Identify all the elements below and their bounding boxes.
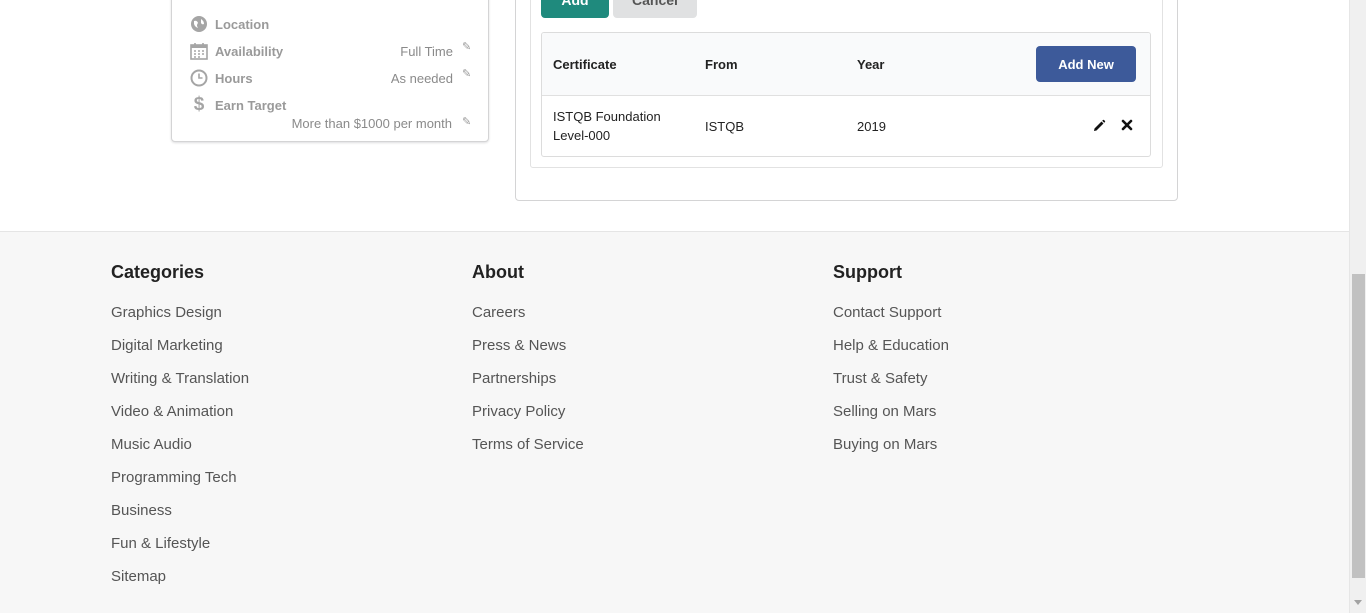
hours-row: Hours As needed	[189, 67, 453, 89]
dollar-icon: $	[193, 94, 205, 115]
calendar-icon	[189, 41, 209, 61]
footer-link[interactable]: Careers	[472, 304, 584, 337]
cell-year: 2019	[857, 119, 886, 134]
location-label: Location	[215, 16, 270, 32]
footer-link[interactable]: Fun & Lifestyle	[111, 535, 249, 568]
vertical-scrollbar[interactable]	[1349, 0, 1366, 613]
location-row: Location	[189, 13, 453, 35]
hours-label: Hours	[215, 70, 253, 86]
footer: Categories Graphics Design Digital Marke…	[0, 231, 1349, 613]
earn-target-label: Earn Target	[215, 97, 287, 113]
availability-value: Full Time	[400, 43, 453, 59]
profile-details-card: Location Availability Full Time ✎ Hours …	[171, 0, 489, 142]
header-year: Year	[857, 57, 885, 72]
footer-link[interactable]: Graphics Design	[111, 304, 249, 337]
availability-label: Availability	[215, 43, 284, 59]
footer-link[interactable]: Business	[111, 502, 249, 535]
scrollbar-thumb[interactable]	[1352, 274, 1365, 578]
earn-target-value: More than $1000 per month	[291, 116, 452, 131]
cell-certificate-line1: ISTQB Foundation	[553, 109, 661, 124]
footer-support-title: Support	[833, 262, 902, 282]
add-certification-button[interactable]: Add	[541, 0, 609, 18]
footer-about-title: About	[472, 262, 524, 282]
table-header: Certificate From Year Add New	[542, 33, 1150, 96]
globe-icon	[189, 14, 209, 34]
footer-link[interactable]: Music Audio	[111, 436, 249, 469]
clock-icon	[189, 68, 209, 88]
footer-link[interactable]: Help & Education	[833, 337, 949, 370]
header-from: From	[705, 57, 738, 72]
hours-value: As needed	[390, 70, 453, 86]
footer-link[interactable]: Programming Tech	[111, 469, 249, 502]
footer-link[interactable]: Buying on Mars	[833, 436, 949, 469]
footer-link[interactable]: Terms of Service	[472, 436, 584, 469]
cell-from: ISTQB	[705, 119, 745, 134]
footer-link[interactable]: Digital Marketing	[111, 337, 249, 370]
delete-x-icon[interactable]	[1120, 119, 1134, 133]
footer-link[interactable]: Video & Animation	[111, 403, 249, 436]
edit-pencil-icon[interactable]	[1092, 119, 1106, 133]
cancel-button[interactable]: Cancel	[613, 0, 697, 18]
footer-link[interactable]: Press & News	[472, 337, 584, 370]
footer-link[interactable]: Contact Support	[833, 304, 949, 337]
edit-earn-target-pencil-icon[interactable]: ✎	[462, 115, 474, 128]
edit-hours-pencil-icon[interactable]: ✎	[462, 67, 474, 80]
page: Location Availability Full Time ✎ Hours …	[0, 0, 1349, 613]
scroll-down-arrow-icon[interactable]	[1354, 600, 1362, 605]
add-new-button[interactable]: Add New	[1036, 46, 1136, 82]
certifications-table: Certificate From Year Add New ISTQB Foun…	[541, 32, 1151, 157]
footer-link[interactable]: Privacy Policy	[472, 403, 584, 436]
cell-certificate-line2: Level-000	[553, 128, 611, 143]
footer-link[interactable]: Partnerships	[472, 370, 584, 403]
footer-link[interactable]: Sitemap	[111, 568, 249, 601]
footer-categories-title: Categories	[111, 262, 205, 282]
footer-link[interactable]: Trust & Safety	[833, 370, 949, 403]
availability-row: Availability Full Time	[189, 40, 453, 62]
earn-target-row: $ Earn Target	[189, 94, 453, 116]
footer-link[interactable]: Selling on Mars	[833, 403, 949, 436]
edit-availability-pencil-icon[interactable]: ✎	[462, 40, 474, 53]
header-certificate: Certificate	[553, 57, 617, 72]
footer-link[interactable]: Writing & Translation	[111, 370, 249, 403]
